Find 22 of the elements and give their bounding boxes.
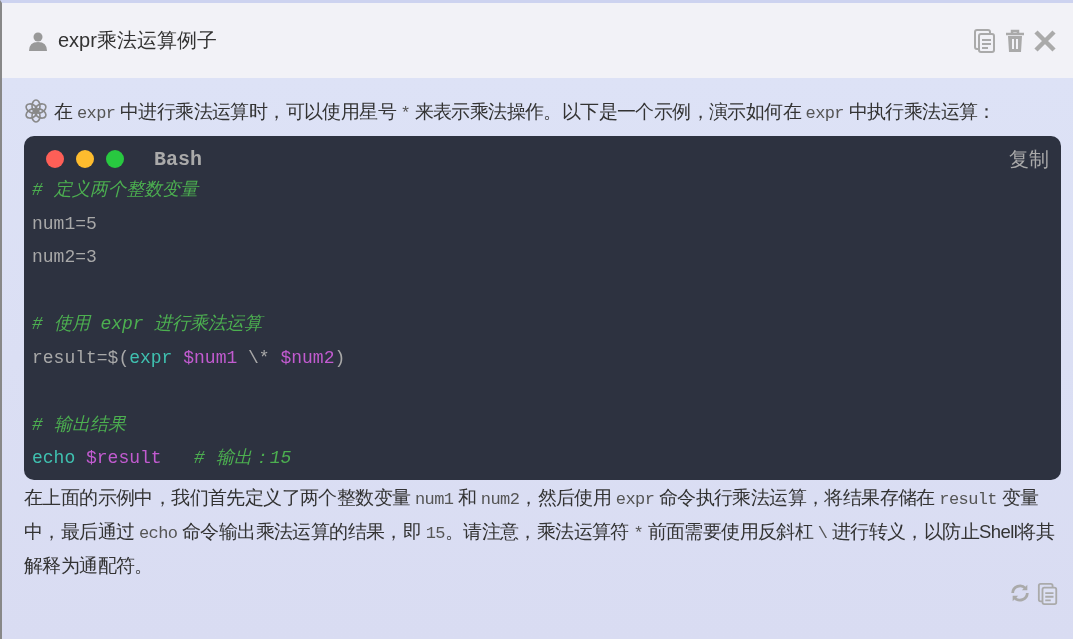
chat-title: expr乘法运算例子 xyxy=(58,28,217,53)
copy-icon[interactable] xyxy=(1037,581,1059,606)
code-line: result=$(expr $num1 \* $num2) xyxy=(32,346,347,370)
code-line: num1=5 xyxy=(32,212,98,236)
minimize-dot-icon xyxy=(76,150,94,168)
code-line: # 定义两个整数变量 xyxy=(32,179,201,202)
code-line: # 输出结果 xyxy=(32,413,128,437)
code-line: echo $result # 输出：15 xyxy=(32,447,293,470)
code-line: # 使用 expr 进行乘法运算 xyxy=(32,313,266,336)
code-language: Bash xyxy=(154,147,202,171)
trash-icon[interactable] xyxy=(1003,27,1027,54)
explanation-paragraph: 在上面的示例中，我们首先定义了两个整数变量 num1 和 num2，然后使用 expr 命令执行乘法运算，将结果存储在 result 变量中，最后通过 echo 命令输出乘法运算的结果，即 15。请注意，乘法运算符 * 前面需要使用反斜杠 \ 进行转义，以防止Shell将其解释为通配符。 xyxy=(24,485,1055,578)
user-icon xyxy=(28,30,48,51)
refresh-icon[interactable] xyxy=(1009,581,1031,604)
maximize-dot-icon xyxy=(106,150,124,168)
copy-icon[interactable] xyxy=(973,27,997,54)
copy-button[interactable]: 复制 xyxy=(1005,145,1053,173)
close-dot-icon xyxy=(46,150,64,168)
flower-logo-icon xyxy=(24,99,48,123)
close-icon[interactable] xyxy=(1033,28,1057,53)
code-line: num2=3 xyxy=(32,246,98,269)
intro-paragraph: 在 expr 中进行乘法运算时，可以使用星号 * 来表示乘法操作。以下是一个示例，演示如何在 expr 中执行乘法运算： xyxy=(24,96,1061,130)
